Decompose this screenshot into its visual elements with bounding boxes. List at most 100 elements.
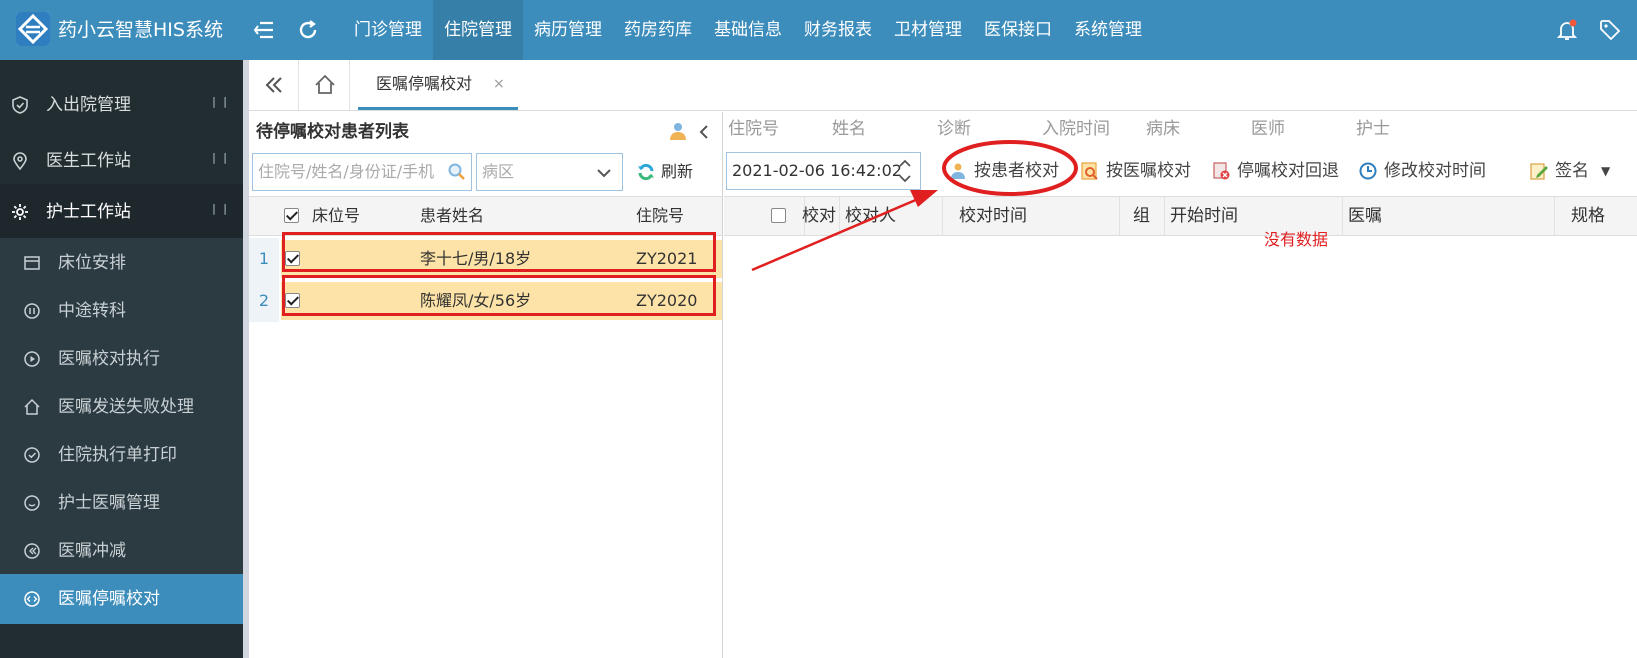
expand-indicator-icon: | | (212, 151, 229, 164)
tag-icon[interactable] (1598, 18, 1622, 42)
top-bar: 药小云智慧HIS系统 门诊管理 住院管理 病历管理 药房药库 基础信息 财务报表… (0, 0, 1637, 60)
sidebar-item-label: 中途转科 (58, 301, 126, 321)
play-icon (22, 349, 42, 369)
sidebar-item-execution-print[interactable]: 住院执行单打印 (0, 430, 243, 480)
column-divider (1342, 197, 1343, 235)
sign-edit-icon (1529, 161, 1549, 181)
bell-icon[interactable] (1555, 18, 1579, 42)
sidebar-item-order-verify-execute[interactable]: 医嘱校对执行 (0, 334, 243, 384)
refresh-icon (636, 162, 656, 182)
sidebar-group-label: 护士工作站 (46, 202, 131, 222)
nav-inpatient[interactable]: 住院管理 (433, 0, 523, 60)
clock-icon (1358, 161, 1378, 181)
nav-insurance[interactable]: 医保接口 (973, 0, 1063, 60)
sidebar-item-label: 医嘱校对执行 (58, 349, 160, 369)
column-divider (1119, 197, 1120, 235)
column-admission-no: 住院号 (636, 206, 685, 225)
chevron-down-icon[interactable] (595, 164, 613, 182)
info-doctor-label: 医师 (1251, 119, 1285, 139)
button-label: 停嘱校对回退 (1237, 161, 1339, 181)
tab-stop-order-verify[interactable]: 医嘱停嘱校对 × (358, 60, 518, 110)
search-icon[interactable] (447, 162, 467, 182)
column-divider (1554, 197, 1555, 235)
nav-finance[interactable]: 财务报表 (793, 0, 883, 60)
nav-medical-records[interactable]: 病历管理 (523, 0, 613, 60)
sidebar-item-label: 床位安排 (58, 253, 126, 273)
button-label: 按患者校对 (974, 161, 1059, 181)
caret-down-icon: ▼ (1601, 164, 1611, 178)
select-all-checkbox[interactable] (284, 208, 299, 223)
sidebar-item-send-failure[interactable]: 医嘱发送失败处理 (0, 382, 243, 432)
check-circle-icon (22, 445, 42, 465)
patient-verify-icon (948, 161, 968, 181)
sidebar-item-label: 护士医嘱管理 (58, 493, 160, 513)
smile-icon (22, 493, 42, 513)
user-icon[interactable] (667, 120, 689, 142)
menu-toggle-icon[interactable] (252, 18, 276, 42)
sidebar-item-transfer[interactable]: 中途转科 (0, 286, 243, 336)
column-start-time: 开始时间 (1170, 206, 1238, 226)
main-nav: 门诊管理 住院管理 病历管理 药房药库 基础信息 财务报表 卫材管理 医保接口 … (343, 0, 1153, 60)
column-divider (839, 197, 840, 235)
nav-basic-info[interactable]: 基础信息 (703, 0, 793, 60)
row-number: 2 (249, 280, 279, 322)
pause-icon (22, 301, 42, 321)
tab-home-button[interactable] (300, 60, 350, 110)
app-brand: 药小云智慧HIS系统 (58, 19, 223, 41)
verify-datetime-input[interactable]: 2021-02-06 16:42:02 (726, 152, 921, 190)
nav-supplies[interactable]: 卫材管理 (883, 0, 973, 60)
tab-label: 医嘱停嘱校对 (376, 74, 473, 93)
row-number: 1 (249, 238, 279, 280)
button-label: 按医嘱校对 (1106, 161, 1191, 181)
sidebar-group-label: 医生工作站 (46, 151, 131, 171)
expand-indicator-icon: | | (212, 202, 229, 215)
sidebar-item-label: 医嘱冲减 (58, 541, 126, 561)
column-verify: 校对 (802, 206, 836, 226)
back-circle-icon (22, 541, 42, 561)
annotation-box-row-2 (282, 275, 716, 316)
order-search-icon (1080, 161, 1100, 181)
sidebar-item-order-offset[interactable]: 医嘱冲减 (0, 526, 243, 576)
sidebar-group-nurse[interactable]: 护士工作站 | | (0, 184, 243, 240)
column-divider (1164, 197, 1165, 235)
patient-list-panel: 待停嘱校对患者列表 住院号/姓名/身份证/手机 病区 刷新 床位号 患者姓名 住… (249, 112, 723, 658)
orders-select-all-checkbox[interactable] (771, 208, 786, 223)
nav-system[interactable]: 系统管理 (1063, 0, 1153, 60)
column-order: 医嘱 (1348, 206, 1382, 226)
order-table-header: 校对 校对人 校对时间 组 开始时间 医嘱 规格 (724, 196, 1637, 236)
sidebar-item-label: 医嘱发送失败处理 (58, 397, 194, 417)
patient-table-header: 床位号 患者姓名 住院号 (249, 196, 722, 236)
info-name-label: 姓名 (832, 119, 866, 139)
refresh-page-icon[interactable] (296, 18, 320, 42)
refresh-label: 刷新 (661, 162, 694, 181)
refresh-button[interactable]: 刷新 (632, 153, 714, 191)
sidebar-group-doctor[interactable]: 医生工作站 | | (0, 133, 243, 189)
nav-pharmacy[interactable]: 药房药库 (613, 0, 703, 60)
datetime-spinner-icon[interactable] (896, 154, 914, 188)
card-icon (22, 253, 42, 273)
button-label: 修改校对时间 (1384, 161, 1486, 181)
code-circle-icon (22, 589, 42, 609)
sidebar-item-stop-order-verify[interactable]: 医嘱停嘱校对 (0, 574, 243, 624)
sidebar-item-bed-arrangement[interactable]: 床位安排 (0, 238, 243, 288)
sidebar-item-label: 住院执行单打印 (58, 445, 177, 465)
home-icon (22, 397, 42, 417)
column-verifier: 校对人 (845, 206, 896, 226)
info-bed-label: 病床 (1146, 119, 1180, 139)
nav-outpatient[interactable]: 门诊管理 (343, 0, 433, 60)
tab-scroll-left-button[interactable] (249, 60, 299, 110)
empty-state-text: 没有数据 (1264, 230, 1329, 249)
order-verify-panel: 住院号 姓名 诊断 入院时间 病床 医师 护士 2021-02-06 16:42… (724, 112, 1637, 658)
location-pin-icon (10, 151, 30, 171)
sidebar: 入出院管理 | | 医生工作站 | | 护士工作站 | | 床位安排 中途转科 … (0, 60, 243, 658)
column-divider (942, 197, 943, 235)
sidebar-group-admission[interactable]: 入出院管理 | | (0, 77, 243, 133)
info-admit-time-label: 入院时间 (1042, 119, 1110, 139)
collapse-panel-icon[interactable] (693, 121, 713, 141)
expand-indicator-icon: | | (212, 95, 229, 108)
patient-search-input[interactable]: 住院号/姓名/身份证/手机 (252, 153, 472, 191)
tab-close-icon[interactable]: × (493, 60, 505, 108)
column-patient-name: 患者姓名 (420, 206, 485, 225)
shield-icon (10, 95, 30, 115)
sidebar-item-nurse-orders[interactable]: 护士医嘱管理 (0, 478, 243, 528)
